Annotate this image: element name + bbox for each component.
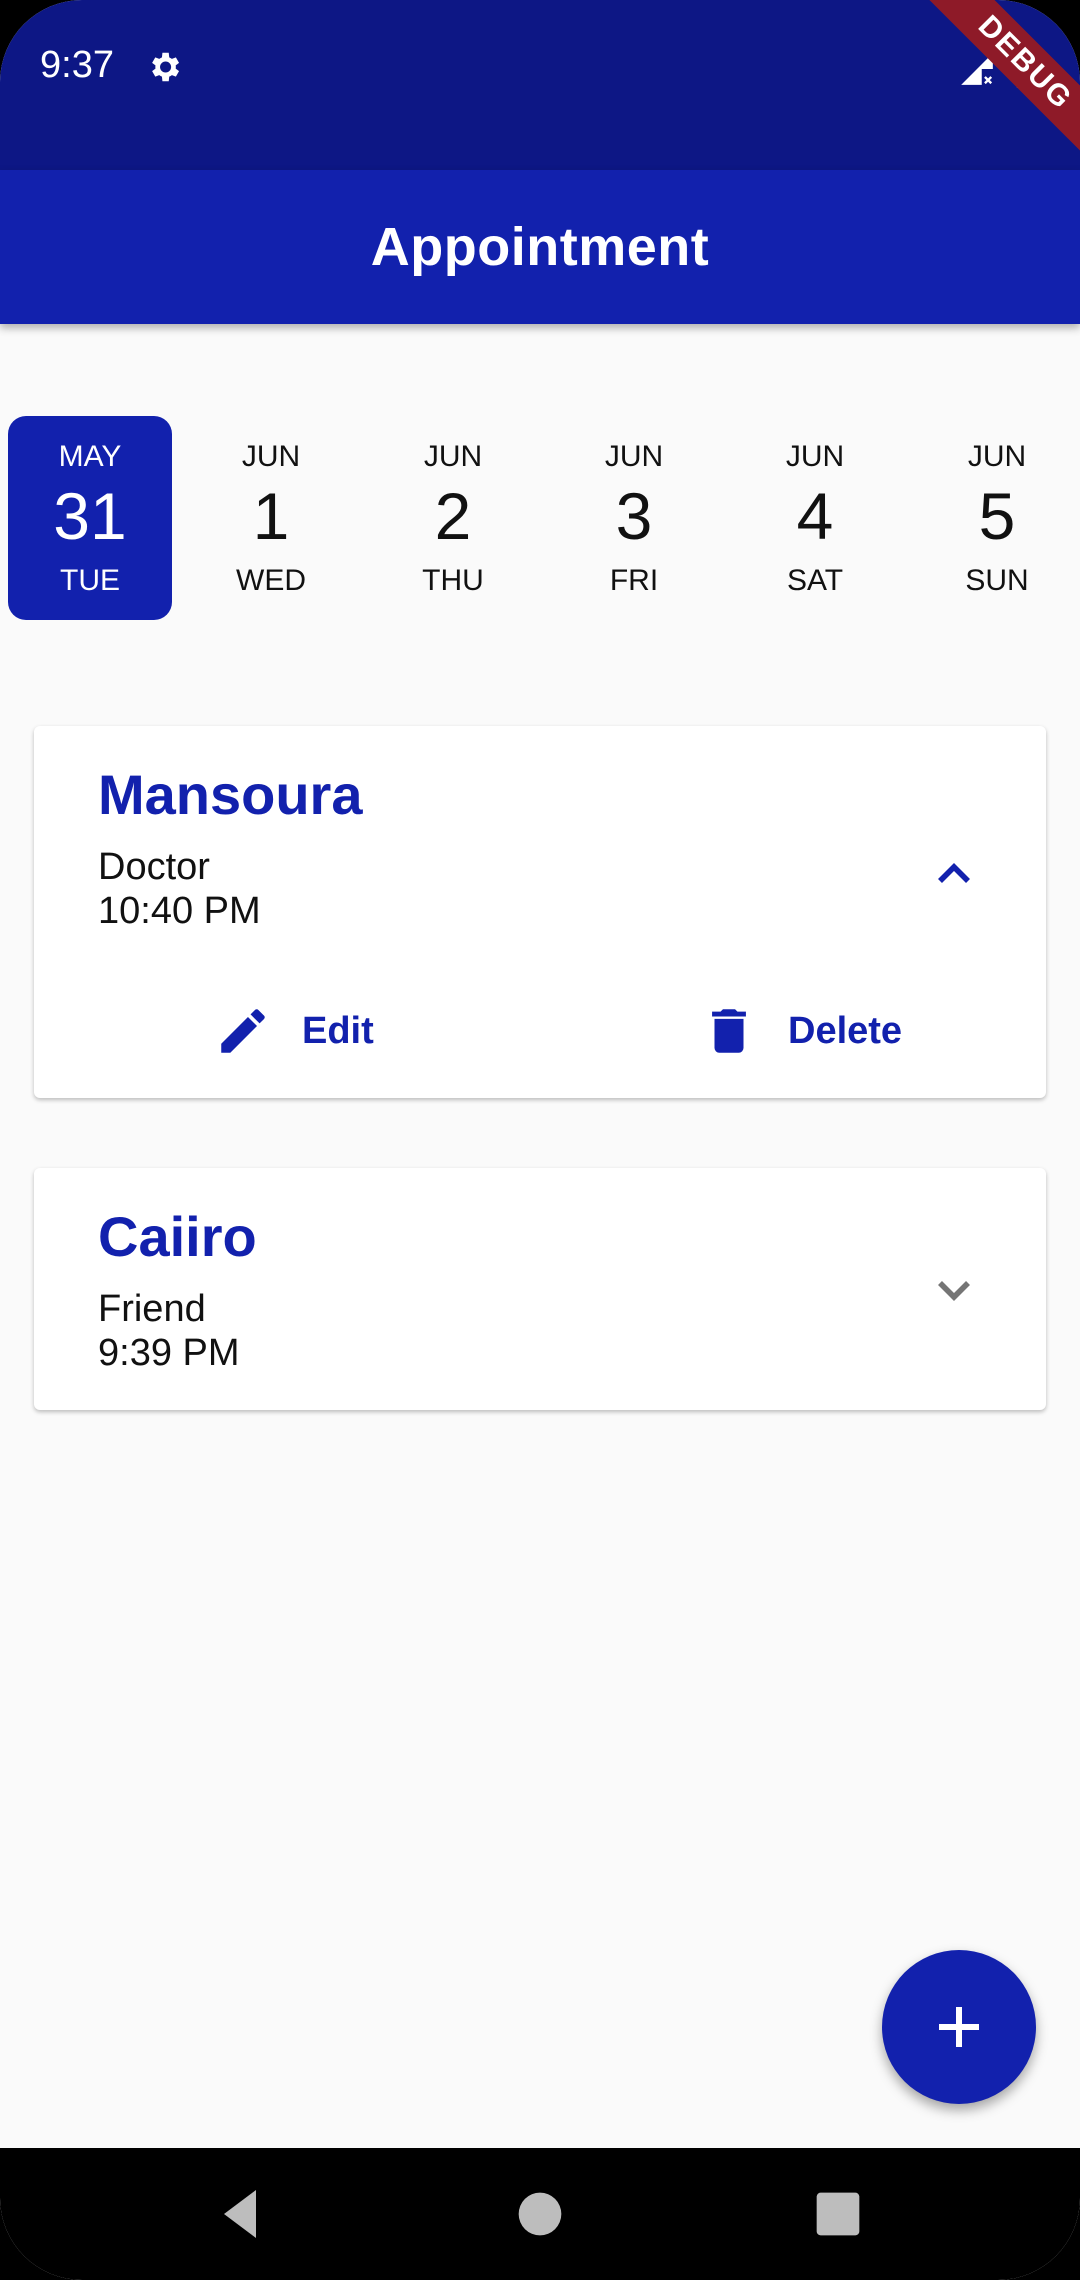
delete-label: Delete bbox=[788, 1009, 903, 1052]
date-weekday: SUN bbox=[965, 564, 1029, 597]
appointment-name: Caiiro bbox=[98, 1205, 257, 1268]
status-time: 9:37 bbox=[40, 44, 114, 86]
date-weekday: THU bbox=[422, 564, 484, 597]
date-day: 3 bbox=[615, 479, 653, 553]
trash-icon bbox=[712, 1009, 746, 1053]
chevron-up-icon[interactable] bbox=[926, 846, 982, 902]
date-item-jun-5[interactable]: JUN 5 SUN bbox=[915, 416, 1079, 620]
recents-square-icon[interactable] bbox=[806, 2182, 870, 2246]
date-strip: MAY 31 TUE JUN 1 WED JUN 2 THU JUN 3 FRI… bbox=[0, 416, 1080, 620]
appointment-name: Mansoura bbox=[98, 763, 363, 826]
date-weekday: TUE bbox=[60, 564, 120, 597]
appointment-card-collapsed[interactable]: Caiiro Friend 9:39 PM bbox=[34, 1168, 1046, 1410]
edit-label: Edit bbox=[302, 1009, 374, 1052]
appointment-card-expanded[interactable]: Mansoura Doctor 10:40 PM Edit Delete bbox=[34, 726, 1046, 1098]
app-screen: 9:37 DEBUG Appointment MAY 31 TUE JUN 1 … bbox=[0, 0, 1080, 2280]
chevron-down-icon[interactable] bbox=[926, 1262, 982, 1318]
appointment-type: Doctor bbox=[98, 846, 210, 888]
appointment-type: Friend bbox=[98, 1288, 206, 1330]
date-day: 2 bbox=[434, 479, 472, 553]
plus-icon bbox=[939, 2007, 979, 2047]
date-item-jun-1[interactable]: JUN 1 WED bbox=[189, 416, 353, 620]
date-day: 5 bbox=[978, 479, 1016, 553]
date-day: 4 bbox=[796, 479, 834, 553]
gear-icon bbox=[152, 52, 180, 82]
date-month: MAY bbox=[58, 440, 122, 473]
date-weekday: WED bbox=[236, 564, 306, 597]
date-day: 31 bbox=[53, 479, 127, 553]
navigation-bar bbox=[0, 2148, 1080, 2280]
date-month: JUN bbox=[967, 440, 1027, 473]
add-appointment-button[interactable] bbox=[882, 1950, 1036, 2104]
date-month: JUN bbox=[423, 440, 483, 473]
page-title: Appointment bbox=[370, 217, 710, 277]
app-bar: Appointment bbox=[0, 170, 1080, 324]
date-item-may-31[interactable]: MAY 31 TUE bbox=[8, 416, 172, 620]
status-bar: 9:37 DEBUG bbox=[0, 0, 1080, 170]
home-circle-icon[interactable] bbox=[508, 2182, 572, 2246]
back-triangle-icon[interactable] bbox=[208, 2182, 272, 2246]
debug-banner: DEBUG bbox=[923, 0, 1080, 165]
date-month: JUN bbox=[241, 440, 301, 473]
date-weekday: SAT bbox=[786, 564, 844, 597]
pencil-icon bbox=[221, 1009, 265, 1053]
date-item-jun-2[interactable]: JUN 2 THU bbox=[371, 416, 535, 620]
date-day: 1 bbox=[252, 479, 290, 553]
date-item-jun-3[interactable]: JUN 3 FRI bbox=[552, 416, 716, 620]
appointment-time: 10:40 PM bbox=[98, 890, 261, 932]
date-item-jun-4[interactable]: JUN 4 SAT bbox=[733, 416, 897, 620]
date-month: JUN bbox=[785, 440, 845, 473]
appointment-time: 9:39 PM bbox=[98, 1332, 240, 1374]
date-month: JUN bbox=[604, 440, 664, 473]
date-weekday: FRI bbox=[609, 564, 659, 597]
delete-button[interactable]: Delete bbox=[700, 996, 902, 1066]
edit-button[interactable]: Edit bbox=[214, 996, 374, 1066]
